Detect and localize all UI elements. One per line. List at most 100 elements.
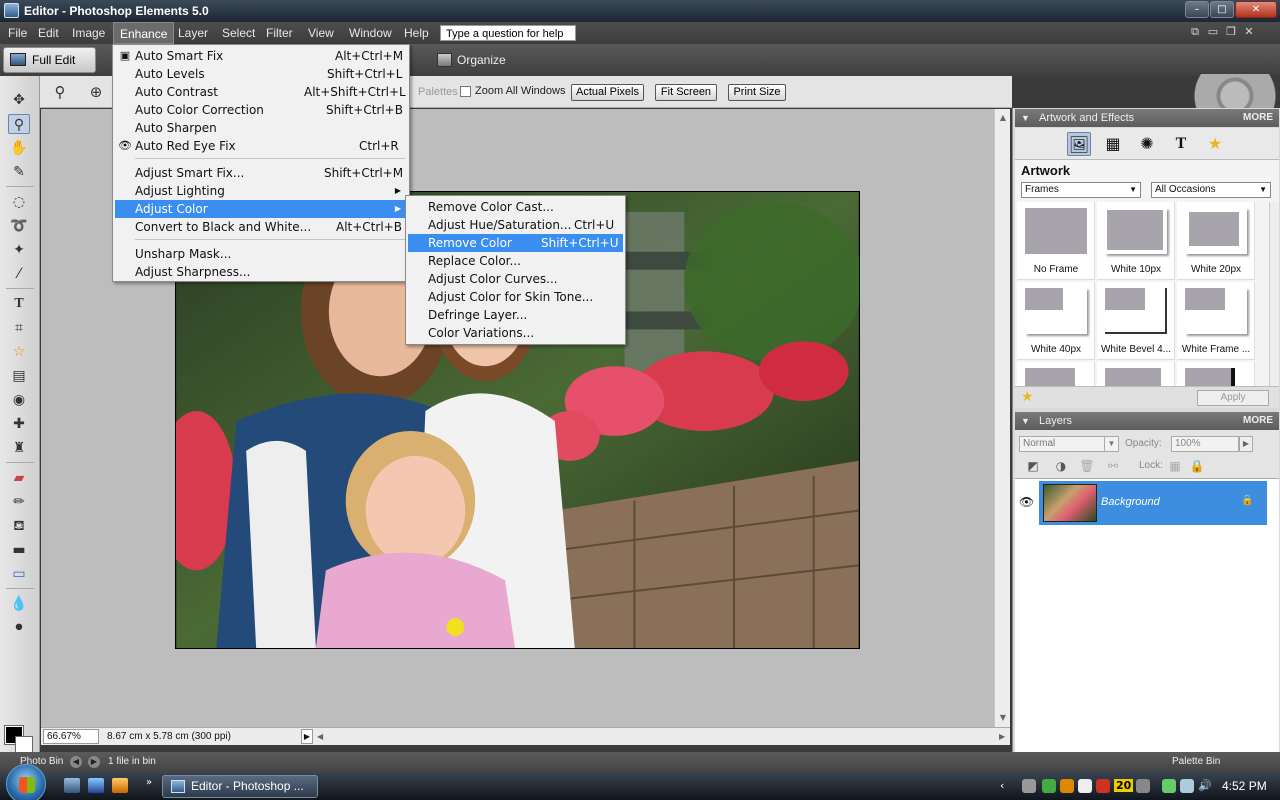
status-menu-arrow-icon[interactable]: ▶ bbox=[301, 729, 313, 744]
clone-stamp-icon[interactable]: ♜ bbox=[8, 438, 30, 458]
add-favorite-star-icon[interactable]: ★ bbox=[1021, 389, 1034, 405]
minimize-button[interactable]: – bbox=[1185, 1, 1209, 18]
zoom-tool-icon[interactable]: ⚲ bbox=[50, 82, 70, 102]
volume-icon[interactable]: 🔊 bbox=[1198, 779, 1212, 792]
menu-layer[interactable]: Layer bbox=[172, 22, 214, 44]
move-tool-icon[interactable]: ✥ bbox=[8, 90, 30, 110]
menu-item-unsharp-mask[interactable]: Unsharp Mask... bbox=[115, 245, 407, 263]
restore-icon[interactable]: ❐ bbox=[1222, 25, 1240, 38]
menu-item-adjust-color[interactable]: Adjust Color ▶ bbox=[115, 200, 407, 218]
keyboard-tray-icon[interactable] bbox=[1022, 779, 1036, 793]
tray-icon[interactable] bbox=[1136, 779, 1150, 793]
blend-mode-dropdown[interactable]: Normal ▼ bbox=[1019, 436, 1119, 452]
sponge-tool-icon[interactable]: ⚫ bbox=[8, 618, 30, 638]
paint-bucket-icon[interactable]: ⛾ bbox=[8, 516, 30, 536]
tile-icon[interactable]: ▭ bbox=[1204, 25, 1222, 38]
menu-item-replace-color[interactable]: Replace Color... bbox=[408, 252, 623, 270]
palette-bin-toggle[interactable]: Palette Bin bbox=[1160, 756, 1220, 767]
frame-thumbnail[interactable]: White 10px bbox=[1097, 202, 1175, 280]
marquee-tool-icon[interactable]: ◌ bbox=[8, 192, 30, 212]
network-tray-icon[interactable] bbox=[1162, 779, 1176, 793]
eyedropper-tool-icon[interactable]: ✎ bbox=[8, 162, 30, 182]
cookie-cutter-icon[interactable]: ☆ bbox=[8, 342, 30, 362]
start-button[interactable] bbox=[6, 764, 46, 800]
maximize-button[interactable]: □ bbox=[1210, 1, 1234, 18]
menu-item-convert-black-white[interactable]: Convert to Black and White... Alt+Ctrl+B bbox=[115, 218, 407, 236]
layers-header[interactable]: ▼ Layers MORE bbox=[1015, 412, 1279, 430]
frame-thumbnail[interactable] bbox=[1097, 362, 1175, 386]
media-player-icon[interactable] bbox=[112, 778, 128, 793]
canvas-vertical-scrollbar[interactable]: ▲ ▼ bbox=[994, 109, 1010, 727]
scroll-right-icon[interactable]: ▶ bbox=[999, 732, 1005, 741]
menu-item-color-variations[interactable]: Color Variations... bbox=[408, 324, 623, 342]
opacity-slider-arrow-icon[interactable]: ▶ bbox=[1239, 436, 1253, 452]
lock-transparency-icon[interactable]: ▦ bbox=[1167, 458, 1183, 474]
occasion-dropdown[interactable]: All Occasions ▼ bbox=[1151, 182, 1271, 198]
eraser-tool-icon[interactable]: ▰ bbox=[8, 468, 30, 488]
taskbar-editor-button[interactable]: Editor - Photoshop ... bbox=[162, 775, 318, 798]
tray-expand-icon[interactable]: ‹ bbox=[1000, 779, 1004, 792]
menu-item-adjust-skin-tone[interactable]: Adjust Color for Skin Tone... bbox=[408, 288, 623, 306]
layer-visibility-eye-icon[interactable]: 👁 bbox=[1019, 495, 1034, 509]
menu-item-adjust-hue-saturation[interactable]: Adjust Hue/Saturation... Ctrl+U bbox=[408, 216, 623, 234]
scroll-left-icon[interactable]: ◀ bbox=[317, 732, 323, 741]
quick-launch-more-icon[interactable]: » bbox=[146, 777, 152, 788]
hand-tool-icon[interactable]: ✋ bbox=[8, 138, 30, 158]
effects-tab-icon[interactable]: ✺ bbox=[1135, 132, 1159, 156]
menu-item-defringe-layer[interactable]: Defringe Layer... bbox=[408, 306, 623, 324]
artwork-more-menu[interactable]: MORE bbox=[1243, 109, 1273, 127]
frame-thumbnail[interactable]: White Frame ... bbox=[1177, 282, 1255, 360]
clock[interactable]: 4:52 PM bbox=[1222, 779, 1267, 793]
menu-item-remove-color[interactable]: Remove Color Shift+Ctrl+U bbox=[408, 234, 623, 252]
scroll-down-icon[interactable]: ▼ bbox=[998, 713, 1008, 722]
layers-more-menu[interactable]: MORE bbox=[1243, 412, 1273, 430]
next-photo-icon[interactable]: ▶ bbox=[88, 756, 100, 768]
new-layer-icon[interactable]: ◩ bbox=[1025, 458, 1041, 474]
menu-item-adjust-smart-fix[interactable]: Adjust Smart Fix... Shift+Ctrl+M bbox=[115, 164, 407, 182]
straighten-tool-icon[interactable]: ▤ bbox=[8, 366, 30, 386]
adobe-tray-icon[interactable] bbox=[1078, 779, 1092, 793]
zoom-all-windows-checkbox[interactable] bbox=[460, 86, 471, 97]
artwork-scrollbar[interactable] bbox=[1269, 202, 1279, 386]
pencil-tool-icon[interactable]: ✏ bbox=[8, 492, 30, 512]
messenger-tray-icon[interactable] bbox=[1042, 779, 1056, 793]
artwork-effects-header[interactable]: ▼ Artwork and Effects MORE bbox=[1015, 109, 1279, 127]
layer-row-background[interactable]: Background 🔒 bbox=[1039, 481, 1267, 525]
close-doc-icon[interactable]: ✕ bbox=[1240, 25, 1258, 38]
tray-badge[interactable]: 20 bbox=[1114, 779, 1134, 792]
magic-wand-tool-icon[interactable]: ✦ bbox=[8, 240, 30, 260]
menu-image[interactable]: Image bbox=[66, 22, 111, 44]
actual-pixels-button[interactable]: Actual Pixels bbox=[571, 84, 644, 101]
help-search-input[interactable]: Type a question for help bbox=[440, 25, 576, 41]
adjustment-layer-icon[interactable]: ◑ bbox=[1053, 458, 1069, 474]
text-tab-icon[interactable]: T bbox=[1169, 132, 1193, 156]
show-desktop-icon[interactable] bbox=[64, 778, 80, 793]
print-size-button[interactable]: Print Size bbox=[728, 84, 786, 101]
apply-button[interactable]: Apply bbox=[1197, 390, 1269, 406]
lasso-tool-icon[interactable]: ➰ bbox=[8, 216, 30, 236]
menu-file[interactable]: File bbox=[2, 22, 33, 44]
themes-tab-icon[interactable]: ▦ bbox=[1101, 132, 1125, 156]
red-eye-tool-icon[interactable]: ◉ bbox=[8, 390, 30, 410]
frame-thumbnail[interactable]: White Bevel 4... bbox=[1097, 282, 1175, 360]
menu-item-auto-levels[interactable]: Auto Levels Shift+Ctrl+L bbox=[115, 65, 407, 83]
healing-brush-icon[interactable]: ✚ bbox=[8, 414, 30, 434]
switch-windows-icon[interactable] bbox=[88, 778, 104, 793]
crop-tool-icon[interactable]: ⌗ bbox=[8, 318, 30, 338]
menu-select[interactable]: Select bbox=[216, 22, 261, 44]
lock-all-icon[interactable]: 🔒 bbox=[1189, 458, 1205, 474]
link-layers-icon[interactable]: ⚯ bbox=[1105, 458, 1121, 474]
scroll-up-icon[interactable]: ▲ bbox=[998, 113, 1008, 122]
menu-item-adjust-color-curves[interactable]: Adjust Color Curves... bbox=[408, 270, 623, 288]
zoom-tool-icon[interactable]: ⚲ bbox=[8, 114, 30, 134]
menu-item-adjust-lighting[interactable]: Adjust Lighting ▶ bbox=[115, 182, 407, 200]
zoom-in-icon[interactable]: ⊕ bbox=[86, 82, 106, 102]
menu-item-adjust-sharpness[interactable]: Adjust Sharpness... bbox=[115, 263, 407, 281]
menu-item-auto-smart-fix[interactable]: ▣ Auto Smart Fix Alt+Ctrl+M bbox=[115, 47, 407, 65]
organize-tab[interactable]: Organize bbox=[437, 52, 506, 68]
menu-enhance[interactable]: Enhance bbox=[113, 22, 175, 44]
update-tray-icon[interactable] bbox=[1096, 779, 1110, 793]
menu-item-auto-color-correction[interactable]: Auto Color Correction Shift+Ctrl+B bbox=[115, 101, 407, 119]
menu-help[interactable]: Help bbox=[398, 22, 435, 44]
opacity-field[interactable]: 100% bbox=[1171, 436, 1239, 452]
